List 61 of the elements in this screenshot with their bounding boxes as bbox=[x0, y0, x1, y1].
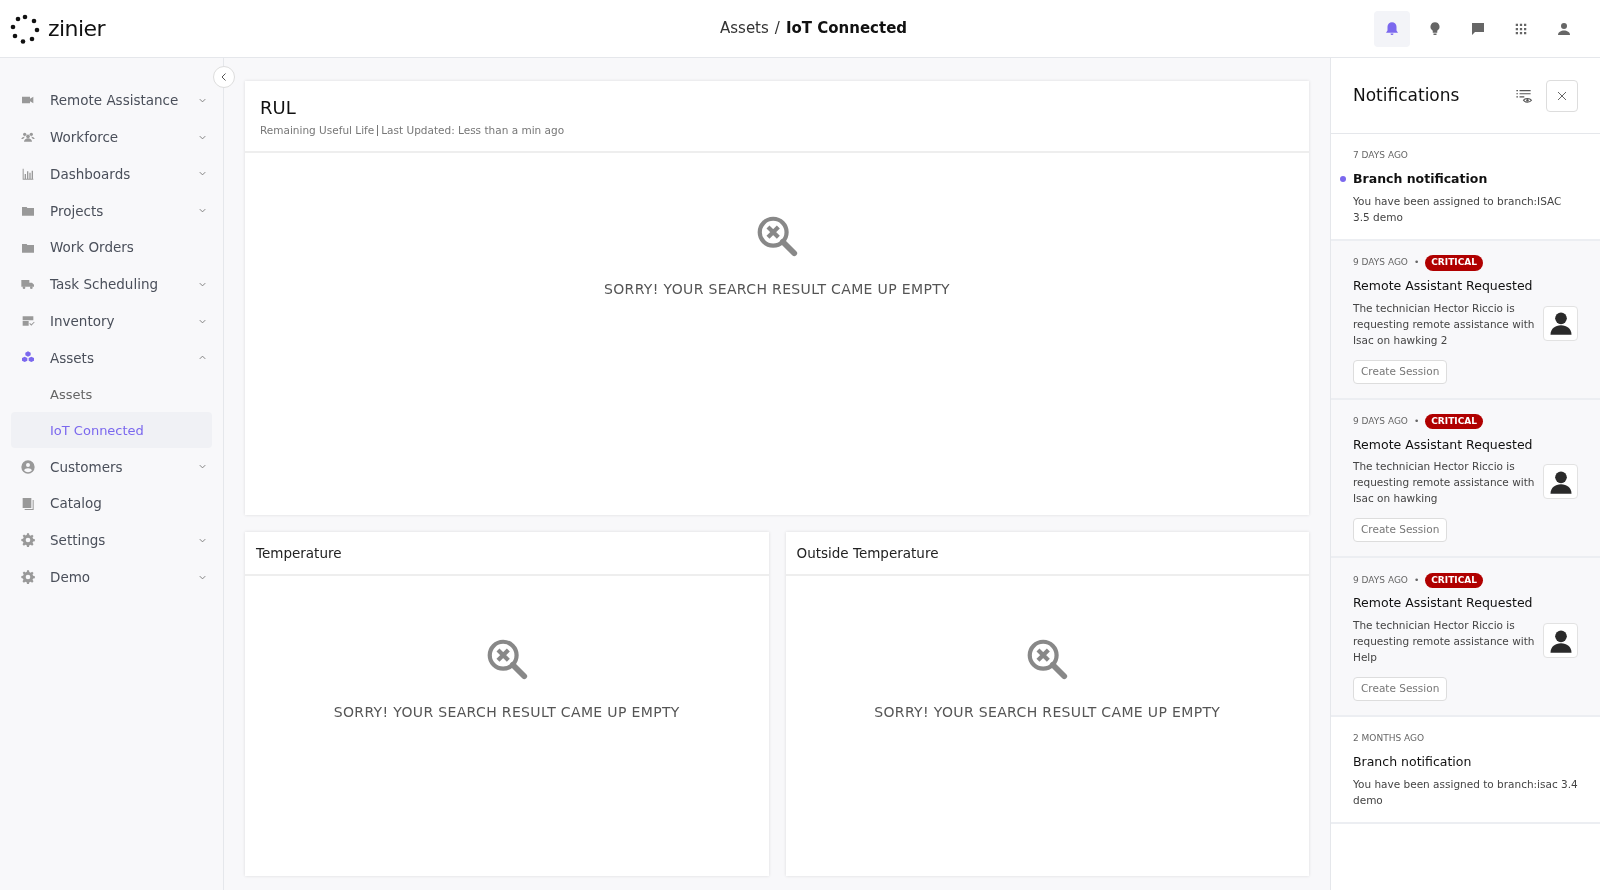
sidebar-subitem[interactable]: Assets bbox=[11, 376, 212, 413]
separator-dot: • bbox=[1413, 573, 1420, 587]
notification-body: The technician Hector Riccio is requesting remote assistance with Isac on hawking 2 bbox=[1353, 300, 1535, 348]
bar-chart-icon bbox=[20, 166, 36, 182]
notification-time: 7 DAYS AGO bbox=[1353, 149, 1408, 163]
card-title: Temperature bbox=[256, 543, 342, 563]
sidebar-item[interactable]: Assets bbox=[11, 339, 212, 377]
logo-icon bbox=[10, 13, 40, 44]
panel-title: Notifications bbox=[1353, 83, 1461, 107]
notification-title: Branch notification bbox=[1353, 170, 1489, 188]
create-session-button[interactable]: Create Session bbox=[1353, 677, 1448, 701]
notification-item[interactable]: 9 DAYS AGO • CRITICAL Remote Assistant Requested The technician Hector Riccio is requesting remote assistance with Isac on hawking Create Session bbox=[1331, 399, 1600, 559]
notification-time: 9 DAYS AGO bbox=[1353, 414, 1408, 428]
notification-title: Remote Assistant Requested bbox=[1353, 435, 1534, 454]
critical-badge: CRITICAL bbox=[1425, 572, 1483, 588]
notification-item[interactable]: 9 DAYS AGO • CRITICAL Remote Assistant Requested The technician Hector Riccio is requesting remote assistance with Isac on hawking 2 Create Session bbox=[1331, 240, 1600, 400]
sidebar-item[interactable]: Demo bbox=[11, 558, 212, 596]
catalog-book-icon bbox=[20, 495, 36, 512]
bell-icon bbox=[1383, 19, 1401, 38]
card-title: Outside Temperature bbox=[796, 543, 939, 563]
create-session-button[interactable]: Create Session bbox=[1353, 359, 1448, 384]
logo-text: zinier bbox=[48, 15, 105, 43]
sidebar-item[interactable]: Workforce bbox=[11, 118, 212, 156]
separator-dot: • bbox=[1413, 414, 1420, 428]
notification-body: You have been assigned to branch:isac 3.4 demo bbox=[1353, 776, 1578, 808]
sidebar-item[interactable]: Customers bbox=[11, 448, 212, 486]
notification-title: Remote Assistant Requested bbox=[1353, 594, 1534, 613]
notification-time: 9 DAYS AGO bbox=[1353, 573, 1408, 587]
sidebar-item[interactable]: Dashboards bbox=[11, 155, 212, 193]
gear-icon bbox=[20, 532, 36, 549]
notification-time: 9 DAYS AGO bbox=[1353, 256, 1408, 269]
header-bell-button[interactable] bbox=[1374, 10, 1410, 47]
card-title: RUL bbox=[260, 97, 297, 119]
breadcrumb-separator: / bbox=[774, 18, 780, 39]
breadcrumb-link[interactable]: Assets bbox=[720, 17, 769, 40]
sidebar-item[interactable]: Work Orders bbox=[11, 229, 212, 266]
last-updated-text: Last Updated: Less than a min ago bbox=[381, 123, 565, 138]
sidebar-subitem[interactable]: IoT Connected bbox=[11, 412, 212, 449]
notification-body: The technician Hector Riccio is requesting remote assistance with Isac on hawking bbox=[1353, 459, 1535, 507]
empty-message: SORRY! YOUR SEARCH RESULT CAME UP EMPTY bbox=[874, 703, 1221, 722]
sidebar-item[interactable]: Remote Assistance bbox=[11, 82, 212, 119]
critical-badge: CRITICAL bbox=[1425, 255, 1483, 271]
sidebar-item[interactable]: Inventory bbox=[11, 302, 212, 340]
sidebar-item[interactable]: Catalog bbox=[11, 485, 212, 522]
empty-message: SORRY! YOUR SEARCH RESULT CAME UP EMPTY bbox=[333, 703, 680, 722]
notification-title: Remote Assistant Requested bbox=[1353, 276, 1534, 295]
notification-body: You have been assigned to branch:ISAC 3.5 demo bbox=[1353, 193, 1563, 225]
gear-icon bbox=[20, 569, 36, 586]
notification-item[interactable]: 9 DAYS AGO • CRITICAL Remote Assistant Requested The technician Hector Riccio is requesting remote assistance with Help Create Session bbox=[1331, 558, 1600, 717]
sidebar-item[interactable]: Settings bbox=[11, 521, 212, 559]
create-session-button[interactable]: Create Session bbox=[1353, 518, 1448, 543]
notification-body: The technician Hector Riccio is requesting remote assistance with Help bbox=[1353, 618, 1535, 665]
separator-dot: • bbox=[1413, 256, 1420, 269]
breadcrumb-current: IoT Connected bbox=[785, 18, 908, 39]
sidebar-item[interactable]: Task Scheduling bbox=[11, 266, 212, 303]
card-subtitle: Remaining Useful Life bbox=[260, 123, 375, 138]
notification-title: Branch notification bbox=[1353, 753, 1473, 771]
notification-time: 2 MONTHS AGO bbox=[1353, 732, 1425, 746]
critical-badge: CRITICAL bbox=[1425, 413, 1483, 430]
sidebar-item[interactable]: Projects bbox=[11, 192, 212, 230]
empty-message: SORRY! YOUR SEARCH RESULT CAME UP EMPTY bbox=[604, 280, 950, 299]
